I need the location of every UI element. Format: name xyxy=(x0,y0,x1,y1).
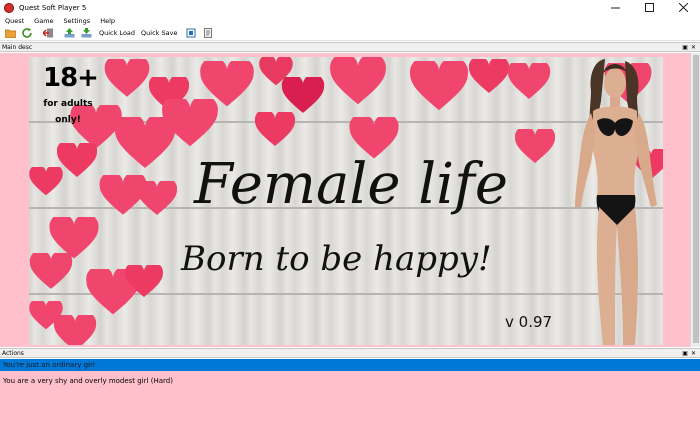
log-button[interactable] xyxy=(201,27,215,40)
main-desc-header: Main desc ▣ ✕ xyxy=(0,42,700,52)
restore-panel-icon[interactable]: ▣ xyxy=(682,44,688,51)
actions-title: Actions xyxy=(2,349,24,357)
game-subtitle: Born to be happy! xyxy=(181,239,492,279)
age-rating-badge: 18+ xyxy=(43,63,99,93)
menu-quest[interactable]: Quest xyxy=(0,17,29,25)
load-file-button[interactable] xyxy=(79,27,93,40)
action-item[interactable]: You are a very shy and overly modest gir… xyxy=(0,375,700,387)
heart-decoration xyxy=(507,63,551,99)
main-desc-scrollbar[interactable] xyxy=(690,53,700,347)
heart-decoration xyxy=(104,59,150,97)
age-warning-line: only! xyxy=(55,115,81,125)
game-banner: 18+ for adults only! Female life Born to… xyxy=(29,57,663,345)
heart-decoration xyxy=(125,265,163,298)
minimize-button[interactable] xyxy=(598,0,632,15)
menu-settings[interactable]: Settings xyxy=(59,17,96,25)
maximize-icon xyxy=(644,3,654,12)
menu-bar: Quest Game Settings Help xyxy=(0,15,700,26)
actions-panel: You're just an ordinary girl You are a v… xyxy=(0,359,700,439)
refresh-icon xyxy=(21,28,32,38)
exit-door-icon xyxy=(42,28,53,38)
document-icon xyxy=(204,28,213,38)
heart-decoration xyxy=(57,143,97,177)
main-desc-title: Main desc xyxy=(2,43,33,51)
fullscreen-button[interactable] xyxy=(184,27,198,40)
toolbar: Quick Load Quick Save xyxy=(0,26,700,41)
title-bar: Quest Soft Player 5 xyxy=(0,0,700,15)
quick-load-button[interactable]: Quick Load xyxy=(99,29,135,37)
game-title: Female life xyxy=(194,152,508,217)
heart-decoration xyxy=(254,112,296,146)
maximize-button[interactable] xyxy=(632,0,666,15)
minimize-icon xyxy=(610,7,620,9)
main-desc-panel: 18+ for adults only! Female life Born to… xyxy=(0,53,700,347)
save-file-button[interactable] xyxy=(62,27,76,40)
heart-decoration xyxy=(53,315,97,345)
heart-decoration xyxy=(114,117,176,168)
app-icon xyxy=(4,2,14,13)
heart-decoration xyxy=(409,61,469,111)
heart-decoration xyxy=(515,129,555,163)
close-panel-icon[interactable]: ✕ xyxy=(691,350,696,357)
upload-icon xyxy=(64,28,74,38)
exit-button[interactable] xyxy=(41,27,55,40)
actions-header: Actions ▣ ✕ xyxy=(0,348,700,358)
action-item[interactable]: You're just an ordinary girl xyxy=(0,359,700,371)
character-figure xyxy=(575,59,657,345)
heart-decoration xyxy=(281,77,325,113)
age-warning-line: for adults xyxy=(43,99,93,109)
heart-decoration xyxy=(137,181,177,215)
window-controls xyxy=(598,0,700,15)
fullscreen-icon xyxy=(186,28,196,38)
scrollbar-thumb[interactable] xyxy=(693,55,699,343)
window-title: Quest Soft Player 5 xyxy=(19,3,87,12)
restore-panel-icon[interactable]: ▣ xyxy=(682,350,688,357)
menu-game[interactable]: Game xyxy=(29,17,58,25)
close-icon xyxy=(678,3,688,12)
heart-decoration xyxy=(469,59,509,93)
close-button[interactable] xyxy=(666,0,700,15)
quick-save-button[interactable]: Quick Save xyxy=(141,29,177,37)
download-icon xyxy=(81,28,91,38)
menu-help[interactable]: Help xyxy=(95,17,120,25)
open-game-button[interactable] xyxy=(3,27,17,40)
heart-decoration xyxy=(330,57,386,105)
restart-button[interactable] xyxy=(20,27,34,40)
folder-icon xyxy=(4,29,16,38)
heart-decoration xyxy=(29,167,63,196)
close-panel-icon[interactable]: ✕ xyxy=(691,44,696,51)
heart-decoration xyxy=(29,253,73,289)
game-version: v 0.97 xyxy=(505,313,553,331)
